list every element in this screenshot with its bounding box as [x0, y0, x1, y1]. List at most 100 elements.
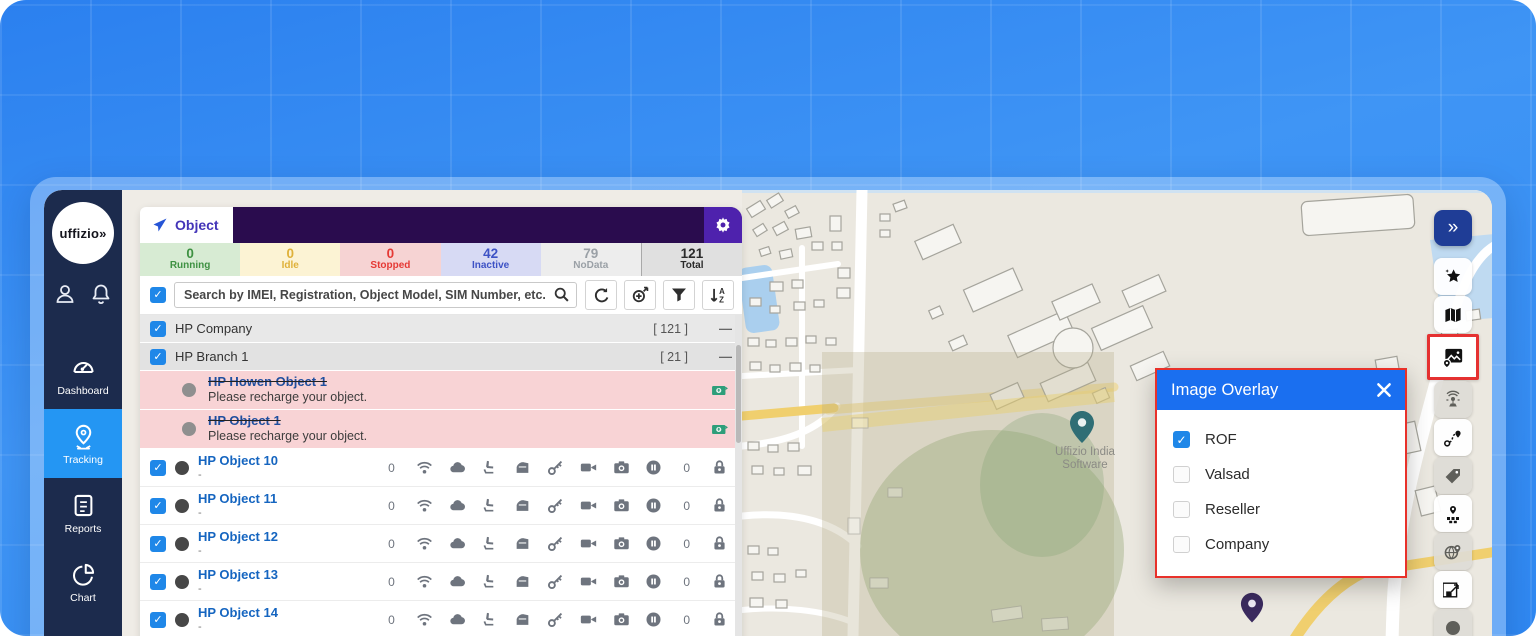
user-icon[interactable] [53, 282, 77, 306]
status-dot [175, 575, 189, 589]
object-name[interactable]: HP Object 11 [198, 492, 366, 507]
collapse-icon[interactable]: — [719, 349, 732, 364]
panel-tab-icon[interactable] [310, 217, 327, 234]
search-action-button[interactable] [663, 280, 695, 310]
object-name[interactable]: HP Object 14 [198, 606, 366, 621]
select-all-checkbox[interactable] [150, 287, 166, 303]
object-checkbox[interactable] [150, 574, 166, 590]
object-name[interactable]: HP Object 10 [198, 454, 366, 469]
tab-object[interactable]: Object [140, 207, 233, 243]
tool-icon [1443, 580, 1463, 600]
object-checkbox[interactable] [150, 460, 166, 476]
count-value: 0 [670, 537, 703, 551]
sidebar-item[interactable]: Chart [44, 547, 122, 616]
overlay-checkbox[interactable] [1173, 466, 1190, 483]
group-checkbox[interactable] [150, 349, 166, 365]
map-tool-button[interactable] [1434, 457, 1472, 494]
sidebar-item-label: Reports [65, 523, 102, 535]
app-window-frame: Uffizio India Software Object [30, 177, 1506, 636]
notifications-icon[interactable] [89, 282, 113, 306]
tool-icon [1441, 345, 1465, 369]
overlay-checkbox[interactable] [1173, 536, 1190, 553]
image-overlay-popup: Image Overlay ROF Valsad Reseller Compan… [1155, 368, 1407, 578]
object-row[interactable]: HP Object 12 - 0 0 [140, 525, 742, 563]
status-cell[interactable]: 0 Running [140, 243, 240, 276]
map-tool-button[interactable] [1434, 419, 1472, 456]
settings-button[interactable] [704, 207, 742, 243]
lock-icon [711, 573, 728, 590]
overlay-checkbox[interactable] [1173, 431, 1190, 448]
map-toolbar: » [1426, 210, 1480, 636]
object-name[interactable]: HP Object 1 [208, 413, 699, 429]
map-tool-button[interactable] [1434, 296, 1472, 333]
overlay-option[interactable]: Valsad [1173, 457, 1401, 492]
search-action-button[interactable]: AZ [702, 280, 734, 310]
expired-object-row[interactable]: HP Object 1 Please recharge your object. [140, 410, 742, 449]
status-label: Total [680, 261, 703, 272]
panel-tab-icon[interactable] [342, 217, 359, 234]
sidebar-item[interactable]: Tracking [44, 409, 122, 478]
panel-tab-icon[interactable] [374, 217, 391, 234]
search-action-button[interactable] [624, 280, 656, 310]
group-name: HP Branch 1 [175, 349, 651, 364]
expired-object-row[interactable]: HP Howen Object 1 Please recharge your o… [140, 371, 742, 410]
sidebar-item[interactable]: Reports [44, 478, 122, 547]
group-row[interactable]: HP Branch 1 [ 21 ] — [140, 343, 742, 371]
recharge-icon[interactable] [711, 382, 728, 399]
search-icon[interactable] [553, 286, 570, 303]
status-cell[interactable]: 0 Stopped [340, 243, 440, 276]
panel-scrollbar[interactable] [735, 315, 742, 636]
status-dot [175, 461, 189, 475]
group-row[interactable]: HP Company [ 121 ] — [140, 315, 742, 343]
map-tool-button[interactable] [1434, 495, 1472, 532]
app-window: Uffizio India Software Object [44, 190, 1492, 636]
sidebar-item[interactable]: Dashboard [44, 340, 122, 409]
group-count: [ 121 ] [653, 322, 688, 336]
tool-icon [1443, 504, 1463, 524]
map-tool-button[interactable] [1434, 258, 1472, 295]
key-icon [547, 459, 564, 476]
map-tool-button[interactable] [1434, 609, 1472, 636]
close-icon[interactable] [1375, 381, 1393, 399]
object-name[interactable]: HP Howen Object 1 [208, 374, 699, 390]
status-cell[interactable]: 42 Inactive [441, 243, 541, 276]
map-tool-button[interactable] [1434, 571, 1472, 608]
playback-icon [645, 573, 662, 590]
map-pin-uffizio[interactable] [1069, 410, 1095, 444]
collapse-panel-button[interactable]: » [1434, 210, 1472, 246]
overlay-option[interactable]: Reseller [1173, 492, 1401, 527]
status-cell[interactable]: 121 Total [641, 243, 742, 276]
overlay-option[interactable]: Company [1173, 527, 1401, 562]
object-name[interactable]: HP Object 13 [198, 568, 366, 583]
collapse-icon[interactable]: — [719, 321, 732, 336]
object-row[interactable]: HP Object 13 - 0 0 [140, 563, 742, 601]
search-action-button[interactable] [585, 280, 617, 310]
search-input[interactable] [174, 282, 577, 308]
object-checkbox[interactable] [150, 612, 166, 628]
panel-tab-icon[interactable] [278, 217, 295, 234]
panel-tab-icon[interactable] [246, 217, 263, 234]
count-value: 0 [670, 461, 703, 475]
tool-icon [1443, 618, 1463, 636]
object-row[interactable]: HP Object 14 - 0 0 [140, 601, 742, 636]
object-row[interactable]: HP Object 10 - 0 0 [140, 449, 742, 487]
map-pin-secondary[interactable] [1240, 592, 1264, 624]
object-checkbox[interactable] [150, 536, 166, 552]
status-cell[interactable]: 79 NoData [541, 243, 641, 276]
overlay-checkbox[interactable] [1173, 501, 1190, 518]
map-tool-button[interactable] [1434, 381, 1472, 418]
map-tool-button[interactable] [1434, 533, 1472, 570]
object-row[interactable]: HP Object 11 - 0 0 [140, 487, 742, 525]
group-checkbox[interactable] [150, 321, 166, 337]
panel-scrollbar-thumb[interactable] [736, 345, 741, 443]
object-name[interactable]: HP Object 12 [198, 530, 366, 545]
status-cell[interactable]: 0 Idle [240, 243, 340, 276]
overlay-option[interactable]: ROF [1173, 422, 1401, 457]
count-value: 0 [375, 537, 408, 551]
tool-icon [1443, 466, 1463, 486]
panel-tab-bar: Object [140, 207, 742, 243]
object-checkbox[interactable] [150, 498, 166, 514]
map-tool-button[interactable] [1427, 334, 1479, 380]
recharge-icon[interactable] [711, 421, 728, 438]
sidebar-item-icon [70, 561, 97, 588]
